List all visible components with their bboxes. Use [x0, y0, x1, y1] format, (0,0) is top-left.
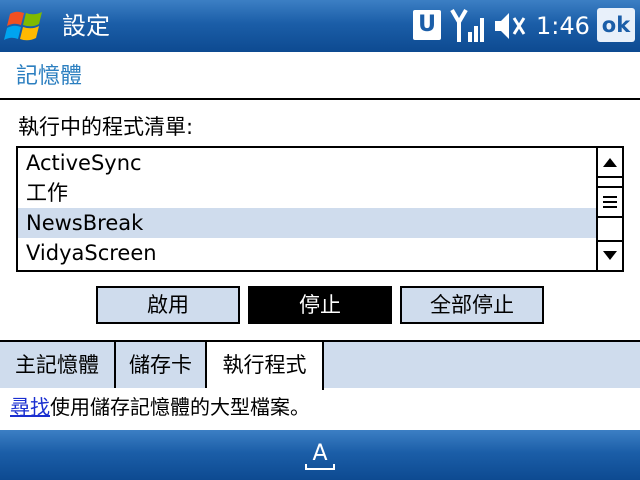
volume-icon[interactable] — [493, 10, 527, 42]
find-link[interactable]: 尋找 — [10, 395, 50, 419]
stop-all-button[interactable]: 全部停止 — [400, 286, 544, 324]
keyboard-input-icon[interactable]: A — [302, 436, 338, 472]
tab-storage-card[interactable]: 儲存卡 — [116, 342, 207, 388]
tab-strip: 主記憶體 儲存卡 執行程式 — [0, 340, 640, 390]
scroll-thumb[interactable] — [598, 186, 622, 218]
list-item[interactable]: ActiveSync — [18, 148, 596, 178]
u-notification-badge[interactable]: U — [413, 10, 441, 40]
list-item[interactable]: 工作 — [18, 178, 596, 208]
title-bar: 設定 U 1:46 ok — [0, 0, 640, 52]
scroll-down-button[interactable] — [598, 240, 622, 270]
arrow-up-icon — [603, 158, 617, 167]
stop-button[interactable]: 停止 — [248, 286, 392, 324]
running-programs-list[interactable]: ActiveSync 工作 NewsBreak VidyaScreen — [16, 146, 624, 272]
header-divider — [0, 98, 640, 100]
window-title: 設定 — [62, 12, 110, 40]
windows-start-icon[interactable] — [4, 6, 48, 46]
signal-strength-icon[interactable] — [450, 8, 488, 44]
activate-button[interactable]: 啟用 — [96, 286, 240, 324]
tab-main-memory[interactable]: 主記憶體 — [0, 342, 116, 388]
grip-lines-icon — [603, 196, 617, 208]
arrow-down-icon — [603, 251, 617, 260]
list-item[interactable]: NewsBreak — [18, 208, 596, 238]
page-title: 記憶體 — [16, 64, 83, 89]
clock[interactable]: 1:46 — [536, 10, 590, 42]
list-scrollbar[interactable] — [596, 148, 622, 270]
hint-description: 使用儲存記憶體的大型檔案。 — [50, 395, 310, 419]
list-item[interactable]: VidyaScreen — [18, 238, 596, 268]
sip-letter: A — [312, 441, 327, 466]
soft-key-bar: A — [0, 430, 640, 480]
tab-running-programs[interactable]: 執行程式 — [207, 342, 324, 390]
hint-text: 尋找使用儲存記憶體的大型檔案。 — [10, 392, 310, 422]
ok-button[interactable]: ok — [597, 8, 635, 42]
program-list-label: 執行中的程式清單: — [18, 115, 194, 139]
scroll-up-button[interactable] — [598, 148, 622, 178]
